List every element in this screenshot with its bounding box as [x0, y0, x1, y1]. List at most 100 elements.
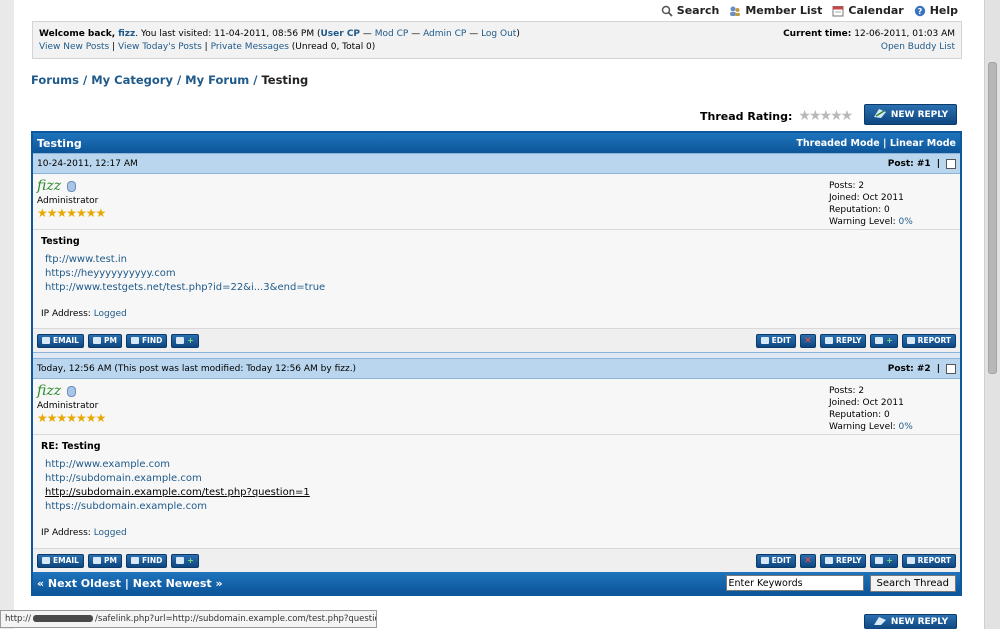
- star-icon[interactable]: ★: [841, 108, 853, 124]
- search-thread-button[interactable]: Search Thread: [869, 574, 956, 592]
- multiquote-button[interactable]: +: [870, 553, 898, 568]
- email-button[interactable]: EMAIL: [37, 333, 84, 348]
- report-button[interactable]: REPORT: [901, 333, 956, 348]
- pencil-icon: [760, 557, 769, 564]
- post-date: 10-24-2011, 12:17 AM: [37, 158, 138, 169]
- private-messages-link[interactable]: Private Messages: [211, 42, 289, 52]
- welcome-username[interactable]: fizz: [118, 29, 135, 39]
- post-date: Today, 12:56 AM (This post was last modi…: [37, 363, 357, 374]
- separator: |: [121, 576, 133, 590]
- post-select-checkbox[interactable]: [946, 158, 956, 169]
- author-username[interactable]: fizz: [37, 178, 61, 194]
- post-link[interactable]: http://www.testgets.net/test.php?id=22&i…: [45, 282, 325, 293]
- email-label: EMAIL: [53, 336, 79, 345]
- reply-button[interactable]: REPLY: [819, 333, 867, 348]
- rating-stars[interactable]: ★★★★★: [798, 108, 853, 124]
- reply-icon: [873, 616, 887, 629]
- reply-button[interactable]: REPLY: [819, 553, 867, 568]
- breadcrumb-category[interactable]: My Category: [91, 73, 173, 87]
- star-icon[interactable]: ★: [798, 108, 810, 124]
- ip-logged-link[interactable]: Logged: [94, 309, 127, 319]
- add-buddy-button[interactable]: +: [171, 553, 199, 568]
- email-icon: [42, 337, 50, 344]
- pm-counts: (Unread 0, Total 0): [288, 42, 376, 52]
- next-newest-link[interactable]: Next Newest »: [133, 577, 223, 590]
- threaded-mode-link[interactable]: Threaded Mode: [796, 138, 879, 149]
- post-link-hovered[interactable]: http://subdomain.example.com/test.php?qu…: [45, 487, 310, 498]
- email-button[interactable]: EMAIL: [37, 553, 84, 568]
- author-username[interactable]: fizz: [37, 383, 61, 399]
- mod-cp-link[interactable]: Mod CP: [375, 29, 409, 39]
- report-label: REPORT: [917, 336, 951, 345]
- post-link[interactable]: https://subdomain.example.com: [45, 501, 207, 512]
- breadcrumb-forum[interactable]: My Forum: [185, 73, 249, 87]
- view-today-posts-link[interactable]: View Today's Posts: [118, 42, 202, 52]
- add-buddy-button[interactable]: +: [171, 333, 199, 348]
- display-modes: Threaded Mode | Linear Mode: [796, 138, 956, 149]
- post-link[interactable]: https://heyyyyyyyyyy.com: [45, 268, 176, 279]
- post-link[interactable]: ftp://www.test.in: [45, 254, 127, 265]
- toplink-calendar[interactable]: Calendar: [832, 4, 904, 17]
- plus-icon: +: [886, 556, 893, 565]
- find-button[interactable]: FIND: [125, 553, 168, 568]
- post-body: Testing ftp://www.test.in https://heyyyy…: [33, 230, 960, 328]
- toplink-member-list[interactable]: Member List: [729, 4, 822, 17]
- report-button[interactable]: REPORT: [901, 553, 956, 568]
- multiquote-button[interactable]: +: [870, 333, 898, 348]
- find-button[interactable]: FIND: [125, 333, 168, 348]
- status-url-prefix: http://: [5, 614, 32, 624]
- post-link[interactable]: http://subdomain.example.com: [45, 473, 202, 484]
- vertical-scrollbar[interactable]: [984, 0, 1000, 629]
- edit-button[interactable]: EDIT: [755, 553, 796, 568]
- open-buddy-list-link[interactable]: Open Buddy List: [881, 42, 955, 52]
- new-reply-button-bottom[interactable]: NEW REPLY: [864, 614, 957, 629]
- warning-level-link[interactable]: 0%: [899, 422, 913, 432]
- pm-button[interactable]: PM: [87, 553, 122, 568]
- view-new-posts-link[interactable]: View New Posts: [39, 42, 109, 52]
- author-stats: Posts: 2 Joined: Oct 2011 Reputation: 0 …: [829, 180, 913, 228]
- breadcrumb-forums[interactable]: Forums: [31, 73, 79, 87]
- user-cp-link[interactable]: User CP: [320, 29, 360, 39]
- plus-icon: +: [187, 556, 194, 565]
- edit-button[interactable]: EDIT: [755, 333, 796, 348]
- ip-label: IP Address:: [41, 528, 94, 538]
- browser-status-bar: http:// /safelink.php?url=http://subdomai…: [0, 610, 377, 628]
- toplink-calendar-label: Calendar: [848, 4, 904, 17]
- separator: |: [936, 158, 940, 169]
- new-reply-button[interactable]: NEW REPLY: [864, 104, 957, 125]
- delete-button[interactable]: ✕: [799, 553, 816, 568]
- pm-icon: [92, 557, 101, 564]
- pm-button[interactable]: PM: [87, 333, 122, 348]
- reply-icon: [873, 107, 887, 122]
- last-visit-text: . You last visited: 11-04-2011, 08:56 PM…: [135, 29, 321, 39]
- add-buddy-icon: [176, 337, 185, 344]
- star-icon[interactable]: ★: [809, 108, 821, 124]
- toplink-member-list-label: Member List: [745, 4, 823, 17]
- scrollbar-thumb[interactable]: [988, 62, 997, 374]
- thread-table: Testing Threaded Mode | Linear Mode 10-2…: [31, 131, 962, 596]
- post-number-link[interactable]: Post: #2: [888, 364, 931, 374]
- post-number-link[interactable]: Post: #1: [888, 159, 931, 169]
- toplink-search[interactable]: Search: [661, 4, 719, 17]
- toplink-help[interactable]: ? Help: [914, 4, 958, 17]
- linear-mode-link[interactable]: Linear Mode: [890, 138, 956, 149]
- reply-label: REPLY: [835, 336, 862, 345]
- post-buttons: EMAIL PM FIND + EDIT ✕ REPLY + REPORT: [33, 328, 960, 352]
- next-oldest-link[interactable]: « Next Oldest: [37, 577, 121, 590]
- welcome-prefix: Welcome back,: [39, 29, 116, 39]
- star-icon[interactable]: ★: [820, 108, 832, 124]
- reply-label: REPLY: [835, 556, 862, 565]
- delete-icon: ✕: [804, 335, 812, 346]
- post-select-checkbox[interactable]: [946, 363, 956, 374]
- breadcrumb-current: Testing: [261, 73, 309, 87]
- delete-button[interactable]: ✕: [799, 333, 816, 348]
- online-status-icon: [67, 385, 77, 397]
- warning-level-link[interactable]: 0%: [899, 217, 913, 227]
- search-keywords-input[interactable]: [725, 575, 864, 591]
- star-icon[interactable]: ★: [830, 108, 842, 124]
- admin-cp-link[interactable]: Admin CP: [423, 29, 466, 39]
- welcome-panel: Welcome back, fizz. You last visited: 11…: [32, 21, 962, 59]
- post-link[interactable]: http://www.example.com: [45, 459, 170, 470]
- logout-link[interactable]: Log Out: [481, 29, 516, 39]
- ip-logged-link[interactable]: Logged: [94, 528, 127, 538]
